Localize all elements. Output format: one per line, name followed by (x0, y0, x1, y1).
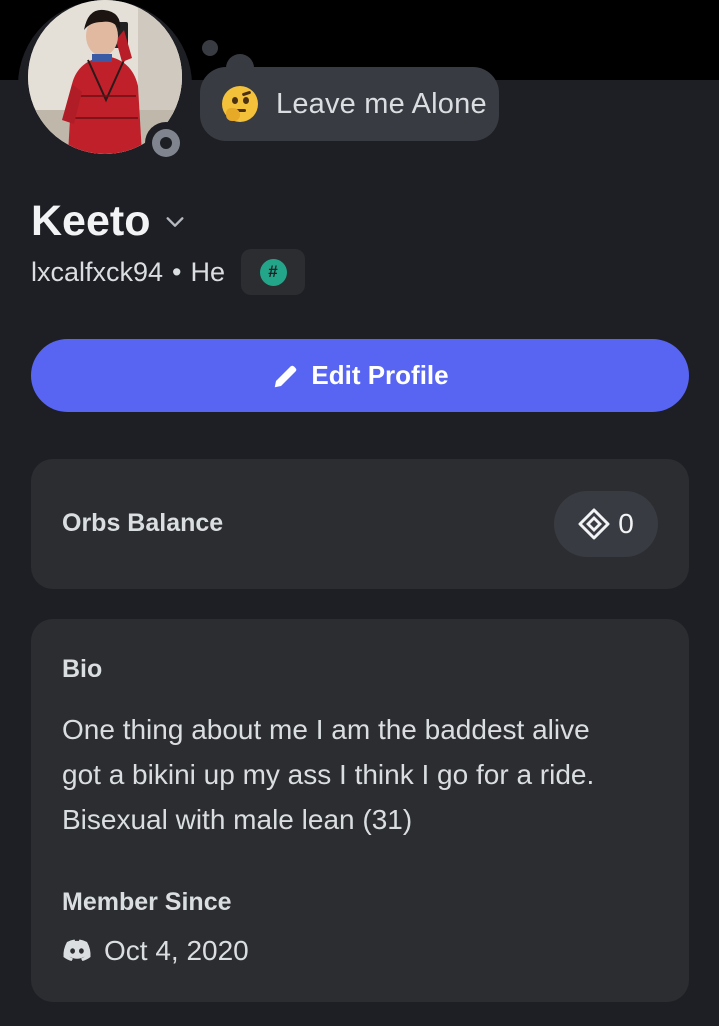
edit-profile-label: Edit Profile (311, 360, 449, 390)
bio-heading: Bio (62, 655, 103, 683)
offline-status-icon (152, 129, 180, 157)
member-since-date: Oct 4, 2020 (104, 935, 249, 966)
server-tag-badge[interactable]: # (241, 249, 306, 295)
thinking-face-icon (222, 86, 258, 122)
bio-text: One thing about me I am the baddest aliv… (62, 707, 662, 842)
edit-profile-button[interactable]: Edit Profile (31, 339, 689, 412)
pronouns: He (190, 256, 226, 287)
pencil-icon (275, 365, 297, 387)
separator-dot: • (172, 256, 182, 287)
display-name-row[interactable]: Keeto (31, 197, 186, 246)
display-name: Keeto (31, 197, 151, 245)
status-indicator (145, 122, 187, 164)
chevron-down-icon[interactable] (164, 211, 186, 233)
about-card: Bio One thing about me I am the baddest … (31, 619, 689, 1002)
member-since-heading: Member Since (62, 888, 232, 916)
avatar-container[interactable] (18, 0, 192, 170)
bio-line: Bisexual with male lean (31) (62, 804, 413, 835)
bio-line: One thing about me I am the baddest aliv… (62, 714, 590, 745)
bio-line: got a bikini up my ass I think I go for … (62, 759, 595, 790)
username: lxcalfxck94 (31, 256, 164, 287)
hashtag-icon: # (259, 258, 287, 286)
orbs-balance-card[interactable]: Orbs Balance 0 (31, 459, 689, 589)
orbs-balance-value: 0 (618, 508, 634, 539)
custom-status-bubble[interactable]: Leave me Alone (200, 67, 499, 141)
username-row: lxcalfxck94 • He # (31, 249, 306, 295)
orb-icon (578, 508, 610, 540)
custom-status-text: Leave me Alone (276, 87, 487, 120)
member-since-row: Oct 4, 2020 (62, 935, 249, 967)
status-bubble-tail-small (199, 37, 221, 59)
discord-logo-icon (63, 939, 91, 961)
orbs-balance-pill[interactable]: 0 (554, 491, 658, 557)
orbs-balance-label: Orbs Balance (62, 509, 224, 537)
